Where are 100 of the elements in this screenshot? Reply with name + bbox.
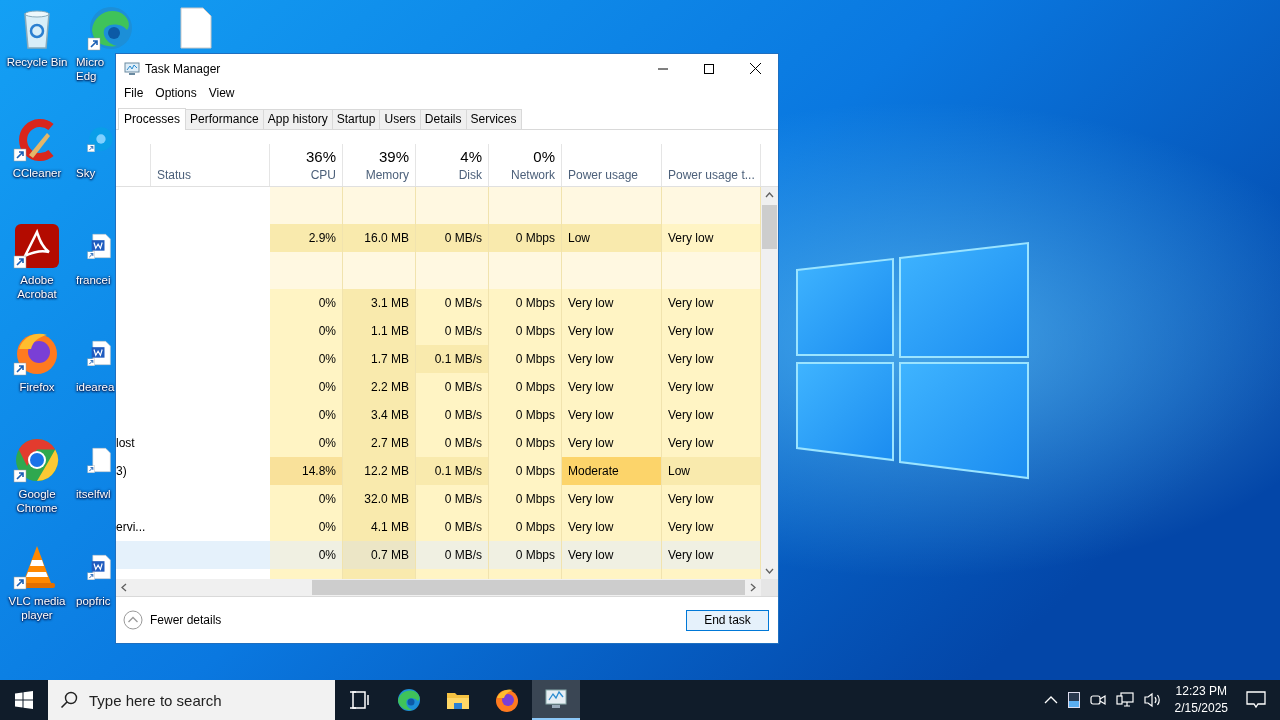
table-cell: Very low <box>662 401 761 429</box>
scroll-right-icon[interactable] <box>750 583 756 592</box>
table-cell: 0 Mbps <box>489 457 562 485</box>
table-cell: 0.1 MB/s <box>416 457 489 485</box>
table-cell: 0% <box>270 541 343 569</box>
horizontal-scrollbar[interactable] <box>116 579 761 596</box>
table-cell: 0 MB/s <box>416 224 489 252</box>
table-cell: Very low <box>662 373 761 401</box>
browser-icon <box>494 687 520 713</box>
scrollbar-thumb[interactable] <box>762 205 777 249</box>
table-cell: 0 Mbps <box>489 317 562 345</box>
fewer-details-link[interactable]: Fewer details <box>150 613 222 627</box>
column-header[interactable]: Power usage <box>568 168 655 182</box>
tab[interactable]: Details <box>419 109 467 129</box>
table-cell: 0 MB/s <box>416 317 489 345</box>
table-cell: Very low <box>562 401 662 429</box>
column-header[interactable]: Power usage t... <box>668 168 754 182</box>
table-cell: 0% <box>270 513 343 541</box>
tab[interactable]: Processes <box>118 108 187 130</box>
browser-icon[interactable] <box>13 436 61 484</box>
table-cell: 0 Mbps <box>489 541 562 569</box>
table-cell: 0% <box>270 485 343 513</box>
scroll-down-icon[interactable] <box>765 568 774 574</box>
column-total: 39% <box>378 148 409 165</box>
column-header[interactable]: Disk <box>458 168 482 182</box>
tab[interactable]: Users <box>379 109 421 129</box>
table-cell: 0 Mbps <box>489 429 562 457</box>
minimize-icon <box>658 67 668 70</box>
column-total: 36% <box>305 148 336 165</box>
table-cell: Low <box>562 224 662 252</box>
table-cell: Very low <box>662 224 761 252</box>
notification-icon[interactable] <box>1246 691 1266 709</box>
table-cell: 0 MB/s <box>416 429 489 457</box>
table-cell: 0 MB/s <box>416 289 489 317</box>
close-icon <box>749 63 761 74</box>
scrollbar-corner <box>761 579 778 596</box>
table-cell: 0 Mbps <box>489 289 562 317</box>
column-header[interactable]: Status <box>157 168 263 182</box>
column-header[interactable]: Memory <box>365 168 409 182</box>
vertical-scrollbar[interactable] <box>761 187 778 579</box>
table-cell: 0 MB/s <box>416 373 489 401</box>
table-cell: 0.1 MB/s <box>416 345 489 373</box>
table-cell: Moderate <box>562 457 662 485</box>
browser-icon[interactable] <box>87 4 135 52</box>
scroll-left-icon[interactable] <box>121 583 127 592</box>
table-cell: 0 Mbps <box>489 373 562 401</box>
tab[interactable]: App history <box>262 109 333 129</box>
network-icon[interactable] <box>1115 692 1134 708</box>
desktop-icon-label: idearea <box>76 380 114 394</box>
menu-item[interactable]: View <box>202 86 241 100</box>
windows-logo-icon <box>15 691 33 709</box>
scroll-up-icon[interactable] <box>765 192 774 198</box>
window-title: Task Manager <box>145 61 221 76</box>
table-cell: Low <box>662 457 761 485</box>
monitor-icon <box>124 61 140 76</box>
desktop-icon-label: CCleaner <box>12 166 62 180</box>
column-total: 4% <box>460 148 482 165</box>
table-cell: Very low <box>662 513 761 541</box>
menu-item[interactable]: File <box>118 86 150 100</box>
display-icon[interactable] <box>1067 692 1080 708</box>
table-cell: 0 Mbps <box>489 224 562 252</box>
table-cell: 4.1 MB <box>343 513 416 541</box>
desktop-icon-label: VLC media player <box>7 594 67 622</box>
clock-date[interactable]: 2/15/2025 <box>1174 700 1228 717</box>
camera-icon[interactable] <box>1089 693 1106 707</box>
table-cell: 0% <box>270 429 343 457</box>
desktop-icon-label: francei <box>76 273 112 287</box>
column-header[interactable]: Network <box>511 168 555 182</box>
desktop-icon-label: Adobe Acrobat <box>16 273 58 301</box>
search-icon <box>60 691 78 709</box>
chevron-up-icon[interactable] <box>1043 696 1058 704</box>
desktop-icon-label: popfric <box>76 594 112 608</box>
column-header[interactable]: CPU <box>310 168 336 182</box>
table-cell: Very low <box>562 373 662 401</box>
table-cell: Very low <box>662 485 761 513</box>
tab[interactable]: Startup <box>331 109 381 129</box>
taskbar-app[interactable] <box>532 680 580 720</box>
volume-icon[interactable] <box>1143 692 1162 708</box>
table-cell: 0 MB/s <box>416 541 489 569</box>
table-cell: 12.2 MB <box>343 457 416 485</box>
table-cell: 2.7 MB <box>343 429 416 457</box>
end-task-button[interactable]: End task <box>686 609 769 631</box>
search-input[interactable]: Type here to search <box>87 690 331 710</box>
tab[interactable]: Services <box>465 109 522 129</box>
clock-time[interactable]: 12:23 PM <box>1175 683 1227 700</box>
pdf-icon[interactable] <box>13 222 61 270</box>
menu-item[interactable]: Options <box>149 86 203 100</box>
table-cell: Very low <box>562 541 662 569</box>
table-cell: 0 MB/s <box>416 485 489 513</box>
process-name: lost <box>116 436 135 450</box>
desktop-icon-label: Firefox <box>19 380 55 394</box>
search-bar[interactable]: Type here to search <box>48 680 335 720</box>
table-cell: 0 MB/s <box>416 513 489 541</box>
table-cell: 0% <box>270 373 343 401</box>
tab[interactable]: Performance <box>185 109 264 129</box>
table-cell: Very low <box>662 345 761 373</box>
table-cell: Very low <box>562 317 662 345</box>
table-cell: Very low <box>562 345 662 373</box>
table-cell: Very low <box>662 289 761 317</box>
scrollbar-thumb[interactable] <box>312 580 745 595</box>
